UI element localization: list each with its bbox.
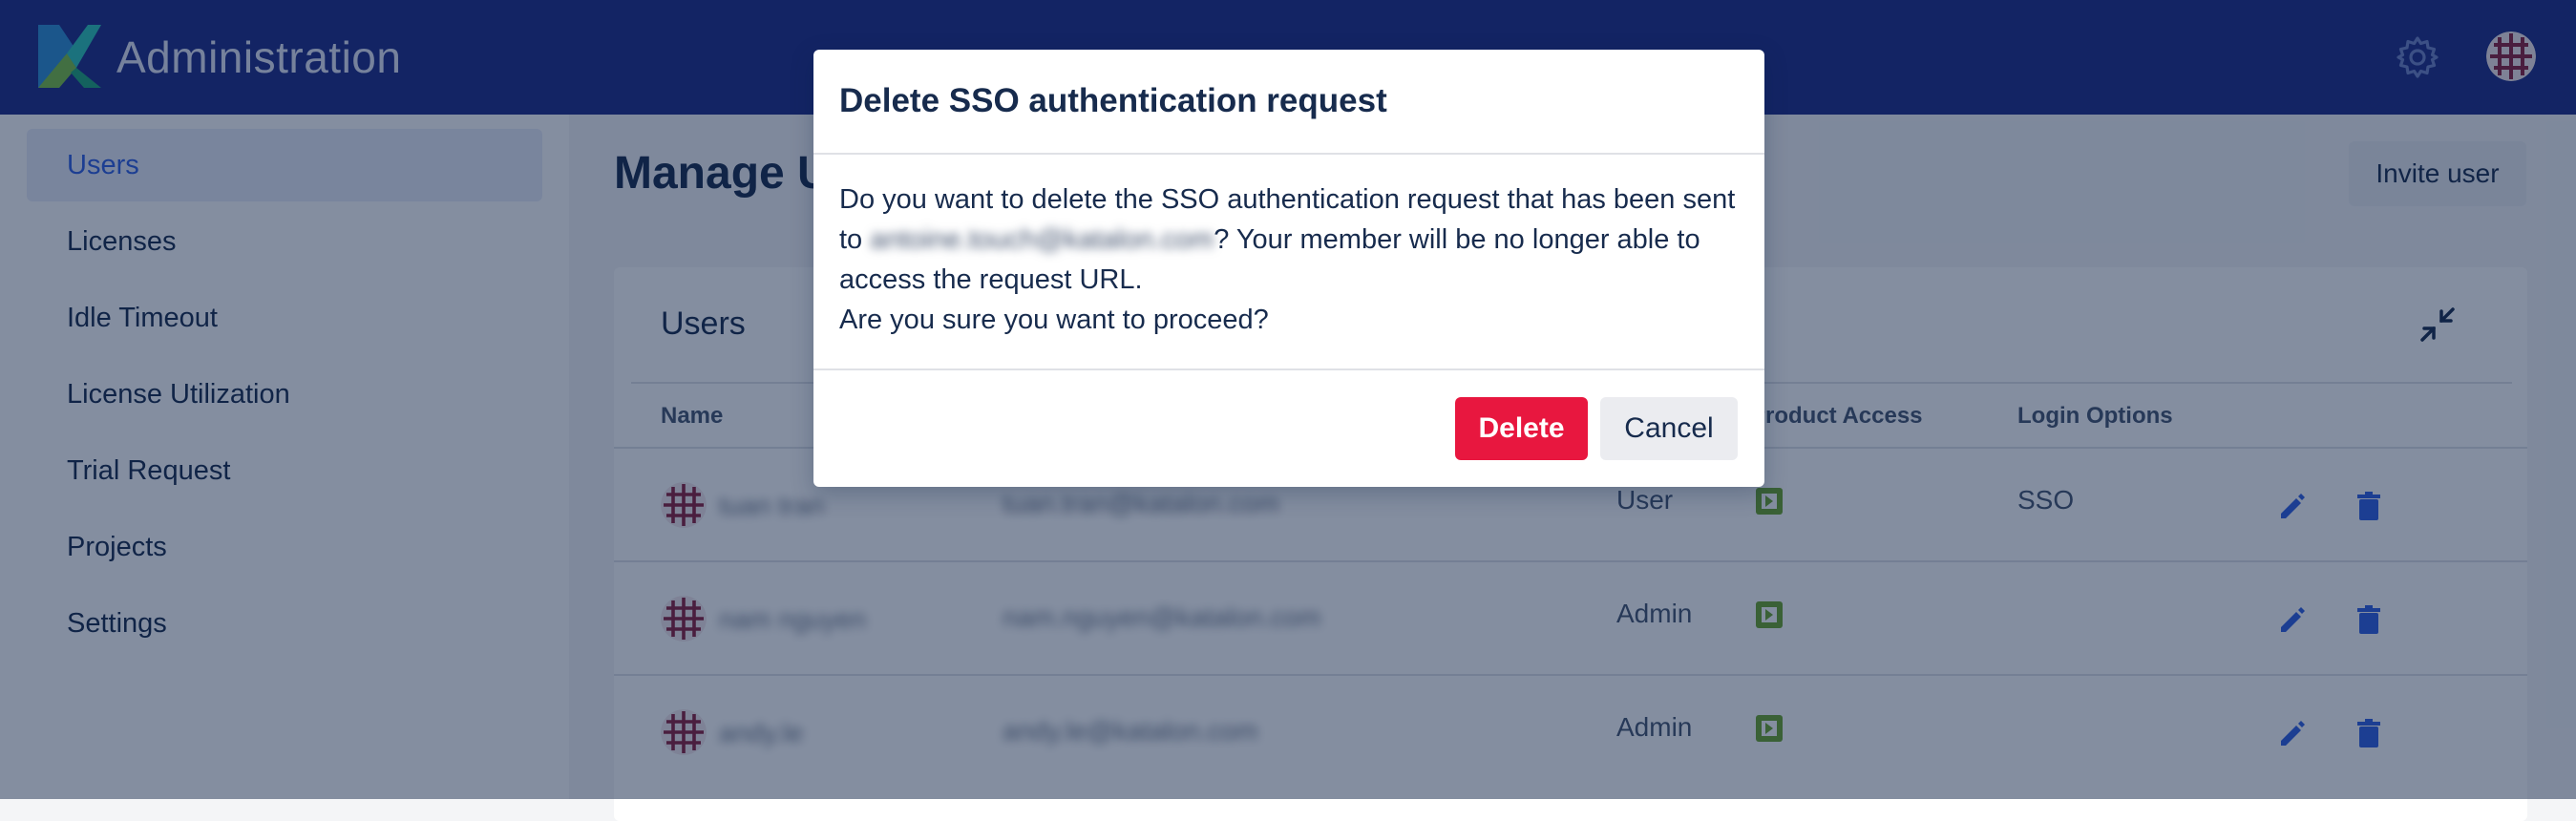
dialog-header-divider	[813, 153, 1764, 155]
dialog-message: Do you want to delete the SSO authentica…	[839, 179, 1737, 340]
cancel-button[interactable]: Cancel	[1600, 397, 1738, 460]
dialog-message-email: antoine.touch@katalon.com	[870, 224, 1214, 255]
delete-sso-dialog: Delete SSO authentication request Do you…	[813, 50, 1764, 487]
dialog-footer-divider	[813, 368, 1764, 370]
dialog-title: Delete SSO authentication request	[839, 82, 1387, 119]
delete-button[interactable]: Delete	[1455, 397, 1588, 460]
dialog-confirm-question: Are you sure you want to proceed?	[839, 305, 1269, 335]
